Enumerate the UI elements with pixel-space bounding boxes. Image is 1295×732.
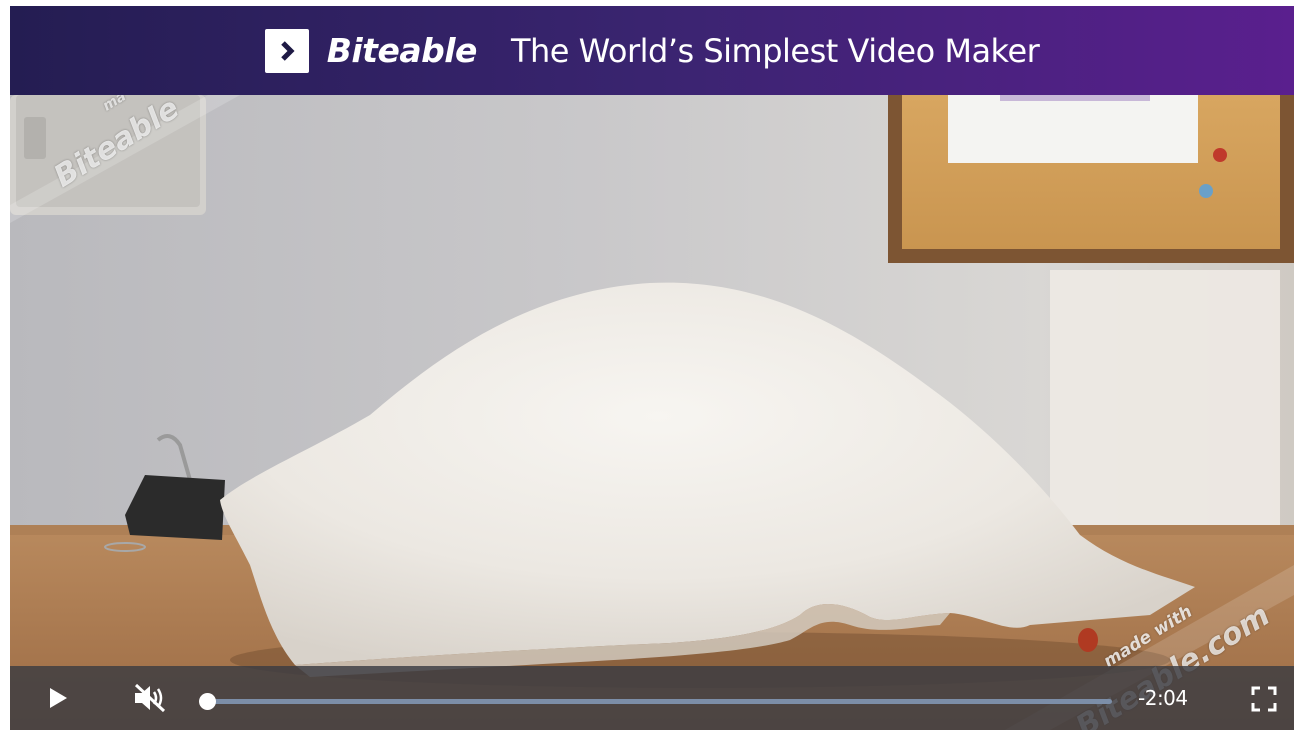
video-frame[interactable]: ma Biteable made with Biteable.com [10,95,1294,730]
seek-bar[interactable] [199,693,1112,710]
seek-thumb[interactable] [199,693,216,710]
brand-name: Biteable [326,31,478,70]
video-player[interactable]: Biteable The World’s Simplest Video Make… [10,6,1294,730]
play-button[interactable] [40,680,76,716]
biteable-logo [264,28,309,73]
mute-button[interactable] [130,680,170,716]
fullscreen-button[interactable] [1247,684,1281,714]
banner-tagline: The World’s Simplest Video Maker [510,31,1040,70]
top-banner[interactable]: Biteable The World’s Simplest Video Make… [10,6,1294,95]
fullscreen-icon [1251,686,1277,712]
volume-muted-icon [134,683,166,713]
control-bar: -2:04 [10,666,1294,730]
play-icon [50,688,67,708]
video-still [10,95,1294,730]
chevron-right-icon [280,40,295,61]
time-remaining: -2:04 [1138,686,1188,710]
